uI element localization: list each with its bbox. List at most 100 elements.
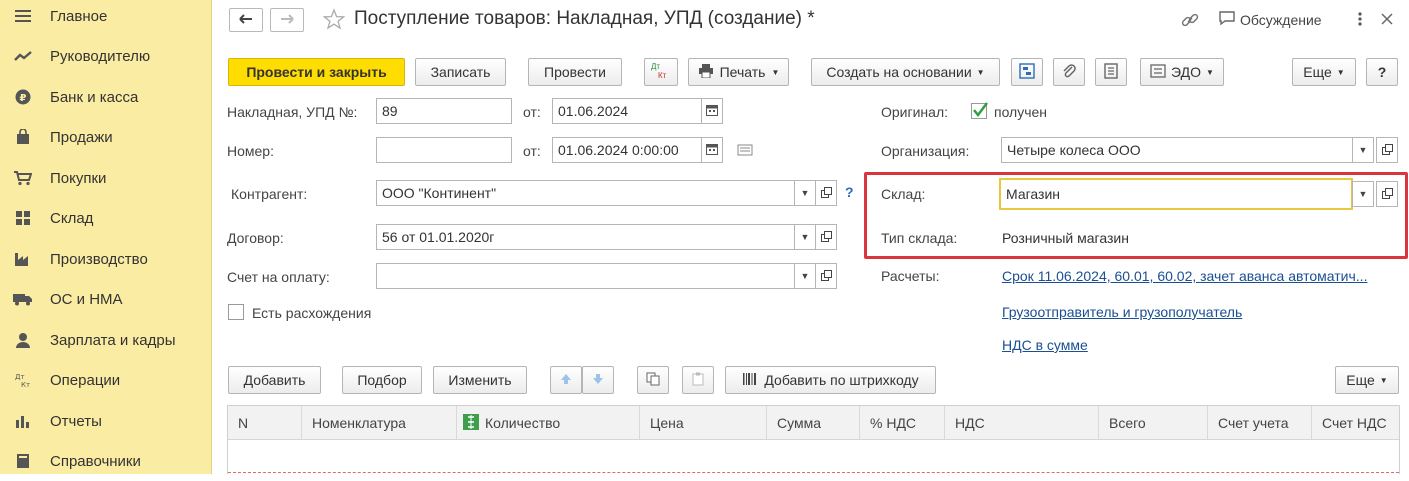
move-down-button[interactable] xyxy=(582,366,614,394)
discussion-button[interactable]: Обсуждение xyxy=(1218,10,1322,29)
column-header[interactable]: N xyxy=(228,406,302,440)
bar-chart-icon xyxy=(13,411,33,431)
counterparty-field[interactable]: ООО "Континент" xyxy=(376,180,795,206)
dt-kt-button[interactable]: Дт Кт xyxy=(644,58,678,86)
sidebar-item-manager[interactable]: Руководителю xyxy=(0,36,212,76)
discrepancies-checkbox[interactable] xyxy=(228,304,244,320)
counterparty-dropdown-button[interactable]: ▼ xyxy=(794,180,816,206)
notes-icon[interactable] xyxy=(737,143,753,160)
change-button[interactable]: Изменить xyxy=(433,366,527,394)
back-button[interactable] xyxy=(229,8,263,32)
help-question-icon[interactable]: ? xyxy=(845,184,854,200)
more-label: Еще xyxy=(1303,64,1332,80)
contract-field[interactable]: 56 от 01.01.2020г xyxy=(376,224,795,250)
contract-open-button[interactable] xyxy=(815,224,837,250)
add-row-button[interactable]: Добавить xyxy=(228,366,321,394)
column-header[interactable]: Счет НДС xyxy=(1312,406,1399,440)
counterparty-open-button[interactable] xyxy=(815,180,837,206)
more-button[interactable]: Еще ▼ xyxy=(1292,58,1356,86)
link-icon[interactable] xyxy=(1181,11,1199,32)
warehouse-open-button[interactable] xyxy=(1376,181,1398,207)
contract-label: Договор: xyxy=(227,230,284,246)
table-more-button[interactable]: Еще ▼ xyxy=(1335,366,1399,394)
structure-button[interactable] xyxy=(1011,58,1043,86)
sidebar-item-assets[interactable]: ОС и НМА xyxy=(0,279,212,319)
organization-field[interactable]: Четыре колеса ООО xyxy=(1001,137,1353,163)
post-and-close-button[interactable]: Провести и закрыть xyxy=(228,58,405,86)
organization-dropdown-button[interactable]: ▼ xyxy=(1352,137,1374,163)
column-header[interactable]: % НДС xyxy=(860,406,945,440)
sidebar-item-sales[interactable]: Продажи xyxy=(0,117,212,157)
column-header[interactable]: Сумма xyxy=(767,406,860,440)
barcode-icon xyxy=(742,372,758,389)
close-icon[interactable] xyxy=(1380,12,1394,29)
edo-icon xyxy=(1150,63,1166,81)
calendar-button[interactable] xyxy=(701,137,723,163)
edo-button[interactable]: ЭДО ▼ xyxy=(1140,58,1224,86)
more-vertical-icon[interactable] xyxy=(1357,11,1363,30)
invoice-date-label: от: xyxy=(523,104,541,120)
help-button[interactable]: ? xyxy=(1366,58,1398,86)
pick-button[interactable]: Подбор xyxy=(342,366,422,394)
invoice-payment-field[interactable] xyxy=(376,263,795,289)
shopping-bag-icon xyxy=(13,127,33,147)
arrow-down-icon xyxy=(592,372,604,388)
sidebar-item-label: Отчеты xyxy=(50,412,102,430)
attachments-button[interactable] xyxy=(1053,58,1085,86)
save-button[interactable]: Записать xyxy=(415,58,506,86)
invoice-number-label: Накладная, УПД №: xyxy=(227,104,358,120)
column-header[interactable]: Номенклатура xyxy=(302,406,457,440)
star-icon[interactable] xyxy=(322,8,346,33)
forward-button[interactable] xyxy=(270,8,304,32)
sidebar: Главное Руководителю ₽ Банк и касса Прод… xyxy=(0,0,212,474)
number-date-field[interactable]: 01.06.2024 0:00:00 xyxy=(552,137,702,163)
post-button[interactable]: Провести xyxy=(528,58,622,86)
book-icon xyxy=(13,451,33,471)
original-checkbox[interactable] xyxy=(971,101,988,122)
sidebar-item-reports[interactable]: Отчеты xyxy=(0,401,212,441)
column-header[interactable]: Счет учета xyxy=(1208,406,1312,440)
column-header[interactable]: НДС xyxy=(945,406,1099,440)
column-header-quantity[interactable]: Количество xyxy=(457,406,640,440)
sidebar-item-main[interactable]: Главное xyxy=(0,0,212,36)
warehouse-type-label: Тип склада: xyxy=(881,230,958,246)
move-up-button[interactable] xyxy=(550,366,582,394)
vat-in-sum-link[interactable]: НДС в сумме xyxy=(1002,337,1088,353)
trend-chart-icon xyxy=(13,46,33,66)
original-value-label: получен xyxy=(994,104,1048,120)
document-list-icon xyxy=(1104,62,1118,82)
invoice-payment-open-button[interactable] xyxy=(815,263,837,289)
warehouse-field[interactable]: Магазин xyxy=(999,178,1353,210)
forward-arrow-icon xyxy=(280,11,294,29)
paste-button[interactable] xyxy=(682,366,714,394)
warehouse-dropdown-button[interactable]: ▼ xyxy=(1352,181,1374,207)
column-header[interactable]: Цена xyxy=(640,406,767,440)
add-by-barcode-button[interactable]: Добавить по штрихкоду xyxy=(725,366,936,394)
sidebar-item-production[interactable]: Производство xyxy=(0,239,212,279)
print-button[interactable]: Печать ▼ xyxy=(688,58,789,86)
checkmark-icon xyxy=(972,101,988,122)
copy-button[interactable] xyxy=(637,366,669,394)
sidebar-item-purchases[interactable]: Покупки xyxy=(0,158,212,198)
sidebar-item-label: Производство xyxy=(50,250,148,268)
svg-text:₽: ₽ xyxy=(20,93,27,104)
column-header[interactable]: Всего xyxy=(1099,406,1208,440)
settlements-link[interactable]: Срок 11.06.2024, 60.01, 60.02, зачет ава… xyxy=(1002,268,1398,284)
sidebar-item-salary[interactable]: Зарплата и кадры xyxy=(0,320,212,360)
sidebar-item-bank[interactable]: ₽ Банк и касса xyxy=(0,77,212,117)
sidebar-item-warehouse[interactable]: Склад xyxy=(0,198,212,238)
sidebar-item-operations[interactable]: Дт Кт Операции xyxy=(0,360,212,400)
invoice-number-field[interactable]: 89 xyxy=(376,98,512,124)
sidebar-item-catalogs[interactable]: Справочники xyxy=(0,441,212,481)
organization-open-button[interactable] xyxy=(1376,137,1398,163)
calendar-button[interactable] xyxy=(701,98,723,124)
invoice-payment-dropdown-button[interactable]: ▼ xyxy=(794,263,816,289)
invoice-date-field[interactable]: 01.06.2024 xyxy=(552,98,702,124)
shipper-consignee-link[interactable]: Грузоотправитель и грузополучатель xyxy=(1002,304,1242,320)
create-based-on-button[interactable]: Создать на основании ▼ xyxy=(811,58,1000,86)
sidebar-item-label: Банк и касса xyxy=(50,88,139,106)
contract-dropdown-button[interactable]: ▼ xyxy=(794,224,816,250)
edo-label: ЭДО xyxy=(1171,64,1202,80)
number-field[interactable] xyxy=(376,137,512,163)
report-button[interactable] xyxy=(1095,58,1127,86)
